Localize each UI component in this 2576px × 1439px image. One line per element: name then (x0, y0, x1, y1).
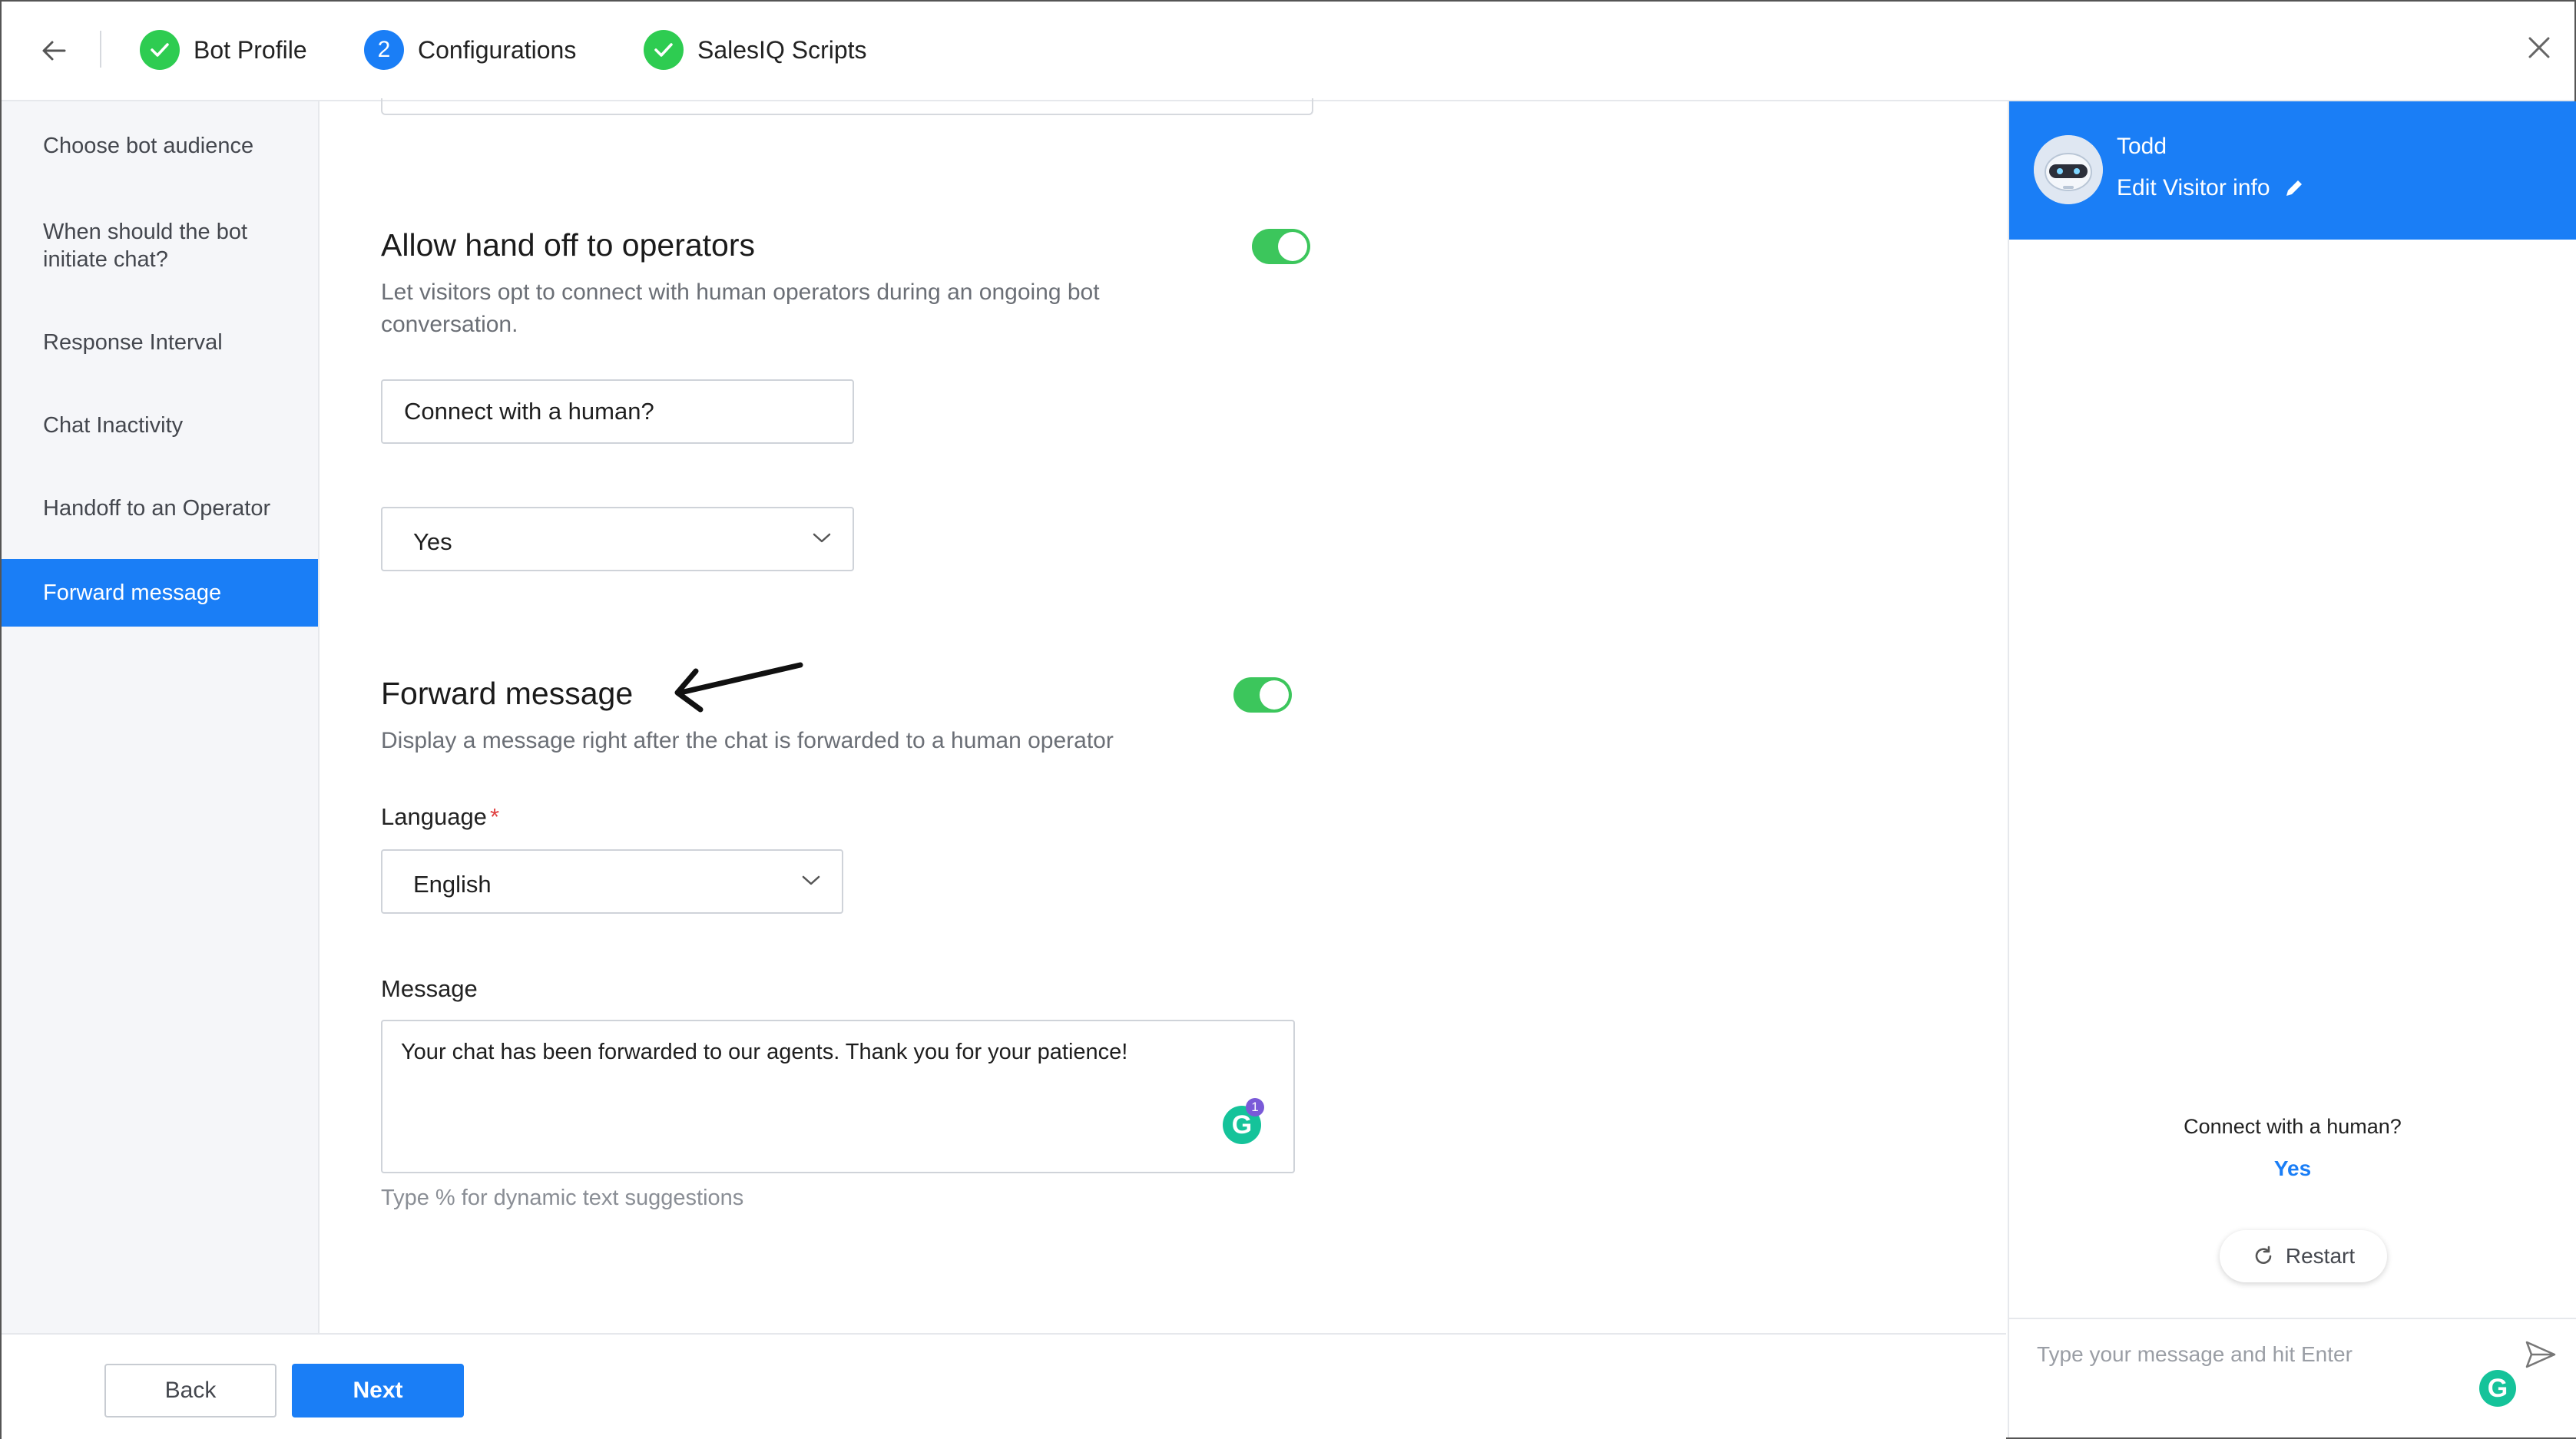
handoff-title: Allow hand off to operators (381, 227, 755, 263)
back-arrow-icon[interactable] (38, 35, 69, 66)
forward-description: Display a message right after the chat i… (381, 728, 1114, 753)
step-label: Bot Profile (194, 35, 307, 64)
step-label: SalesIQ Scripts (697, 35, 867, 64)
bot-answer-option[interactable]: Yes (2009, 1156, 2576, 1181)
message-label: Message (381, 975, 478, 1002)
handoff-option-select[interactable]: Yes (381, 507, 854, 571)
step-label: Configurations (418, 35, 577, 64)
edit-visitor-info-link[interactable]: Edit Visitor info (2117, 175, 2306, 201)
handoff-description: Let visitors opt to connect with human o… (381, 280, 1100, 337)
grammarly-icon[interactable]: G (2479, 1370, 2516, 1407)
close-icon[interactable] (2524, 32, 2554, 63)
chat-input-bar[interactable]: Type your message and hit Enter G (2009, 1318, 2576, 1439)
pencil-icon (2286, 180, 2302, 196)
sidebar-item-choose-bot-audience[interactable]: Choose bot audience (2, 132, 318, 160)
send-icon[interactable] (2524, 1338, 2558, 1371)
dynamic-text-hint: Type % for dynamic text suggestions (381, 1186, 744, 1210)
forward-title: Forward message (381, 676, 634, 711)
required-mark: * (489, 803, 500, 830)
message-value: Your chat has been forwarded to our agen… (401, 1040, 1128, 1064)
sidebar: Choose bot audience When should the bot … (2, 101, 320, 1333)
step-number-badge: 2 (364, 30, 404, 70)
back-button[interactable]: Back (104, 1364, 276, 1417)
next-button[interactable]: Next (292, 1364, 464, 1417)
handoff-question-value: Connect with a human? (404, 398, 654, 425)
sidebar-item-chat-inactivity[interactable]: Chat Inactivity (2, 412, 318, 439)
restart-button[interactable]: Restart (2220, 1230, 2387, 1282)
sidebar-item-initiate-chat[interactable]: When should the bot initiate chat? (2, 218, 318, 273)
step-configurations[interactable]: 2 Configurations (364, 29, 576, 71)
handoff-option-value: Yes (413, 528, 452, 555)
grammarly-badge: 1 (1246, 1098, 1264, 1116)
step-salesiq-scripts[interactable]: SalesIQ Scripts (644, 29, 867, 71)
chat-preview-header: Todd Edit Visitor info (2009, 101, 2576, 240)
sidebar-item-response-interval[interactable]: Response Interval (2, 329, 318, 356)
main-content: Allow hand off to operators Let visitors… (320, 98, 2006, 1333)
language-value: English (413, 871, 492, 898)
bot-question-message: Connect with a human? (2184, 1115, 2402, 1138)
wizard-footer: Back Next (2, 1333, 2006, 1439)
language-label: Language * (381, 803, 500, 830)
chevron-down-icon (802, 875, 820, 885)
handoff-toggle[interactable] (1252, 229, 1310, 264)
chevron-down-icon (813, 533, 831, 543)
previous-field-edge (381, 98, 1313, 115)
language-select[interactable]: English (381, 849, 843, 914)
bot-name: Todd (2117, 134, 2167, 159)
arrow-annotation-icon (674, 662, 803, 713)
bot-avatar (2034, 135, 2103, 204)
step-bot-profile[interactable]: Bot Profile (140, 29, 307, 71)
check-icon (140, 30, 180, 70)
sidebar-item-handoff-operator[interactable]: Handoff to an Operator (2, 495, 318, 522)
chat-input-placeholder: Type your message and hit Enter (2037, 1342, 2353, 1366)
forward-toggle[interactable] (1233, 677, 1292, 713)
chat-preview-panel: Todd Edit Visitor info Connect with a hu… (2008, 101, 2576, 1437)
message-textarea[interactable]: Your chat has been forwarded to our agen… (381, 1020, 1295, 1173)
restart-icon (2255, 1245, 2272, 1264)
handoff-question-field[interactable]: Connect with a human? (381, 379, 854, 444)
sidebar-item-forward-message[interactable]: Forward message (2, 559, 318, 627)
wizard-header: Bot Profile 2 Configurations SalesIQ Scr… (2, 2, 2574, 101)
header-divider (100, 31, 101, 68)
check-icon (644, 30, 684, 70)
